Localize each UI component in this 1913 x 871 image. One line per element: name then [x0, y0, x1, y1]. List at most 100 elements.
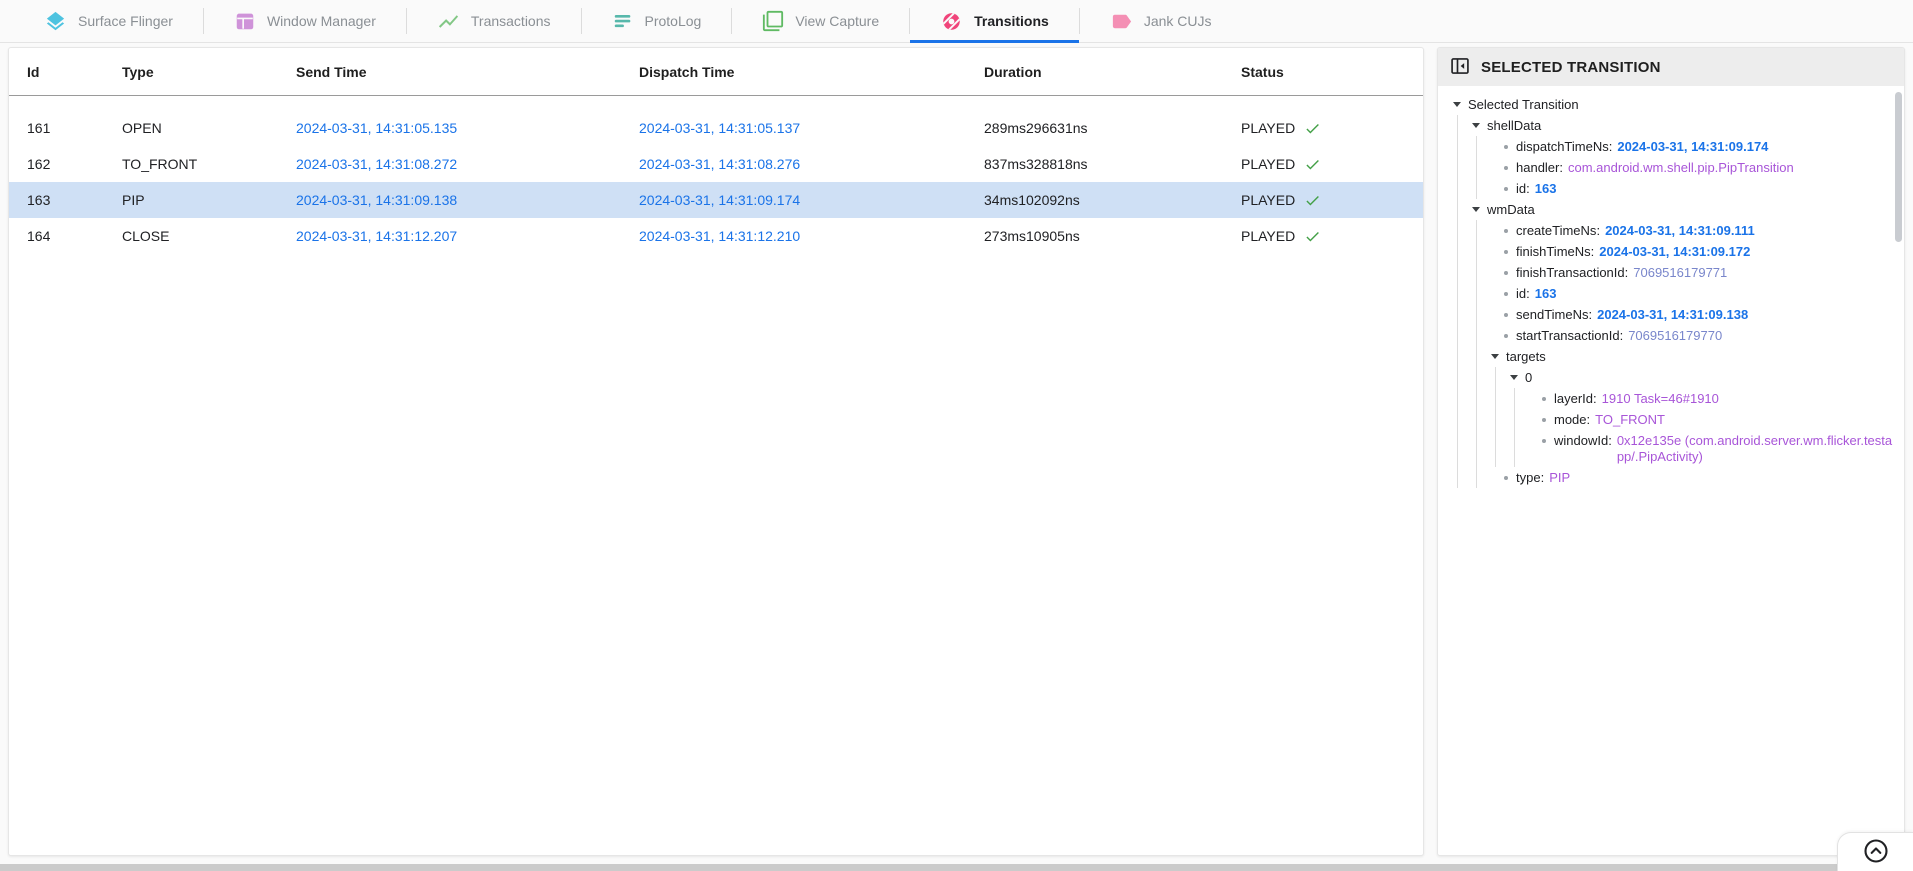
property-value: 2024-03-31, 14:31:09.111: [1605, 223, 1755, 239]
check-icon: [1304, 192, 1321, 209]
status-text: PLAYED: [1241, 156, 1295, 172]
cell-id: 161: [27, 120, 122, 136]
tab-window-manager[interactable]: Window Manager: [204, 0, 406, 42]
property-value: 1910 Task=46#1910: [1602, 391, 1719, 407]
chevron-up-circle-icon: [1862, 837, 1890, 868]
property-key: startTransactionId: [1516, 328, 1623, 344]
transition-row[interactable]: 164CLOSE2024-03-31, 14:31:12.2072024-03-…: [9, 218, 1423, 254]
cell-id: 164: [27, 228, 122, 244]
stacked-frames-icon: [762, 10, 784, 32]
tree-node-0[interactable]: 0: [1509, 367, 1898, 388]
column-header-status: Status: [1241, 64, 1423, 80]
tab-surface-flinger[interactable]: Surface Flinger: [14, 0, 203, 42]
expand-arrow-icon: [1472, 207, 1480, 212]
tree-node-shelldata[interactable]: shellData: [1471, 115, 1898, 136]
send-time-link[interactable]: 2024-03-31, 14:31:12.207: [296, 228, 639, 244]
property-key: id: [1516, 286, 1530, 302]
chart-line-icon: [437, 10, 460, 33]
column-header-duration: Duration: [984, 64, 1241, 80]
check-icon: [1304, 156, 1321, 173]
tree-node-label: wmData: [1487, 202, 1535, 217]
property-key: handler: [1516, 160, 1563, 176]
tab-jank-cujs[interactable]: Jank CUJs: [1080, 0, 1242, 42]
bullet-icon: [1542, 439, 1546, 443]
tree-node-label: Selected Transition: [1468, 97, 1579, 112]
property-key: dispatchTimeNs: [1516, 139, 1612, 155]
property-key: finishTransactionId: [1516, 265, 1628, 281]
tree-property-starttransactionid: startTransactionId 7069516179770: [1490, 325, 1898, 346]
bullet-icon: [1504, 145, 1508, 149]
tab-label: Transitions: [974, 13, 1049, 29]
collapse-panel-icon: [1450, 56, 1470, 79]
collapsed-timeline-strip: [0, 864, 1913, 871]
expand-arrow-icon: [1472, 123, 1480, 128]
dispatch-time-link[interactable]: 2024-03-31, 14:31:05.137: [639, 120, 984, 136]
dispatch-time-link[interactable]: 2024-03-31, 14:31:08.276: [639, 156, 984, 172]
tree-property-createtimens: createTimeNs 2024-03-31, 14:31:09.111: [1490, 220, 1898, 241]
property-value: 7069516179770: [1628, 328, 1722, 344]
cell-type: TO_FRONT: [122, 156, 296, 172]
cell-status: PLAYED: [1241, 156, 1423, 173]
transitions-table: IdTypeSend TimeDispatch TimeDurationStat…: [8, 47, 1424, 856]
tab-label: ProtoLog: [645, 13, 702, 29]
bullet-icon: [1504, 250, 1508, 254]
cell-status: PLAYED: [1241, 228, 1423, 245]
cell-status: PLAYED: [1241, 192, 1423, 209]
column-header-id: Id: [27, 64, 122, 80]
dispatch-time-link[interactable]: 2024-03-31, 14:31:12.210: [639, 228, 984, 244]
property-key: createTimeNs: [1516, 223, 1600, 239]
expand-timeline-button[interactable]: [1862, 837, 1890, 868]
send-time-link[interactable]: 2024-03-31, 14:31:08.272: [296, 156, 639, 172]
property-value: TO_FRONT: [1595, 412, 1665, 428]
tab-transactions[interactable]: Transactions: [407, 0, 581, 42]
property-value: 7069516179771: [1633, 265, 1727, 281]
dispatch-time-link[interactable]: 2024-03-31, 14:31:09.174: [639, 192, 984, 208]
property-value: 2024-03-31, 14:31:09.172: [1599, 244, 1750, 260]
bullet-icon: [1504, 166, 1508, 170]
collapse-panel-button[interactable]: [1450, 56, 1470, 79]
bullet-icon: [1504, 313, 1508, 317]
column-header-dispatch-time: Dispatch Time: [639, 64, 984, 80]
cell-id: 163: [27, 192, 122, 208]
cell-duration: 273ms10905ns: [984, 228, 1241, 244]
transition-row[interactable]: 163PIP2024-03-31, 14:31:09.1382024-03-31…: [9, 182, 1423, 218]
tree-node-wmdata[interactable]: wmData: [1471, 199, 1898, 220]
tab-label: View Capture: [795, 13, 879, 29]
property-value: 163: [1535, 181, 1557, 197]
tree-property-id: id163: [1490, 178, 1898, 199]
tree-property-id: id163: [1490, 283, 1898, 304]
status-text: PLAYED: [1241, 228, 1295, 244]
cell-status: PLAYED: [1241, 120, 1423, 137]
property-value: PIP: [1549, 470, 1570, 486]
transition-row[interactable]: 162TO_FRONT2024-03-31, 14:31:08.2722024-…: [9, 146, 1423, 182]
send-time-link[interactable]: 2024-03-31, 14:31:09.138: [296, 192, 639, 208]
cell-type: CLOSE: [122, 228, 296, 244]
property-value: 2024-03-31, 14:31:09.138: [1597, 307, 1748, 323]
transition-row[interactable]: 161OPEN2024-03-31, 14:31:05.1352024-03-3…: [9, 110, 1423, 146]
tree-property-mode: mode TO_FRONT: [1528, 409, 1898, 430]
status-text: PLAYED: [1241, 192, 1295, 208]
tree-node-targets[interactable]: targets: [1490, 346, 1898, 367]
check-icon: [1304, 120, 1321, 137]
expand-timeline-card: [1837, 832, 1913, 871]
panel-title: SELECTED TRANSITION: [1481, 59, 1661, 76]
tab-view-capture[interactable]: View Capture: [732, 0, 909, 42]
tab-label: Window Manager: [267, 13, 376, 29]
property-key: mode: [1554, 412, 1590, 428]
tree-node-label: shellData: [1487, 118, 1541, 133]
tab-protolog[interactable]: ProtoLog: [582, 0, 732, 42]
bullet-icon: [1504, 334, 1508, 338]
tree-node-label: 0: [1525, 370, 1532, 385]
tab-label: Jank CUJs: [1144, 13, 1212, 29]
send-time-link[interactable]: 2024-03-31, 14:31:05.135: [296, 120, 639, 136]
property-key: sendTimeNs: [1516, 307, 1592, 323]
cell-id: 162: [27, 156, 122, 172]
bullet-icon: [1504, 292, 1508, 296]
tree-node-selected-transition[interactable]: Selected Transition: [1452, 94, 1898, 115]
tree-property-windowid: windowId0x12e135e (com.android.server.wm…: [1528, 430, 1898, 467]
tab-label: Surface Flinger: [78, 13, 173, 29]
check-icon: [1304, 228, 1321, 245]
cell-type: PIP: [122, 192, 296, 208]
tab-transitions[interactable]: Transitions: [910, 0, 1079, 42]
panel-scrollbar-thumb[interactable]: [1895, 92, 1902, 242]
